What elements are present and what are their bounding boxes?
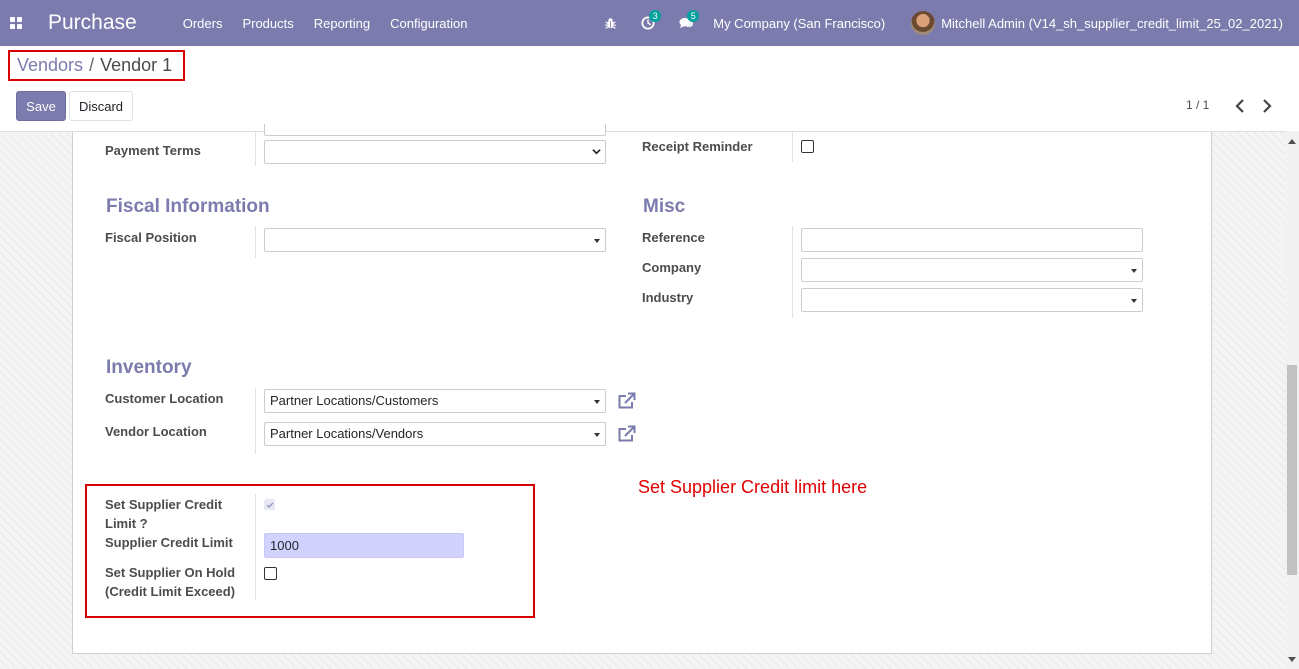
pager-previous-button[interactable] [1231, 96, 1249, 116]
messages-badge: 5 [687, 10, 700, 22]
messages-chat-icon[interactable]: 5 [675, 10, 700, 34]
set-credit-limit-label-line1: Set Supplier Credit [105, 497, 223, 512]
company-label: Company [642, 260, 702, 275]
top-navbar: Purchase Orders Products Reporting Confi… [0, 0, 1299, 46]
vendor-location-label: Vendor Location [105, 424, 207, 439]
industry-select[interactable] [801, 288, 1143, 312]
external-link-icon[interactable] [617, 392, 637, 410]
reference-label: Reference [642, 230, 705, 245]
label-divider [255, 132, 256, 166]
activity-clock-icon[interactable]: 3 [637, 10, 662, 34]
industry-label: Industry [642, 290, 694, 305]
scroll-up-arrow-icon[interactable] [1288, 139, 1296, 144]
supplier-on-hold-checkbox[interactable] [264, 567, 277, 580]
company-switcher[interactable]: My Company (San Francisco) [713, 16, 885, 31]
receipt-reminder-checkbox[interactable] [801, 140, 814, 153]
pager-value[interactable]: 1 / 1 [1186, 98, 1209, 112]
checkmark-icon [266, 502, 273, 508]
caret-down-icon [594, 239, 600, 243]
payment-terms-select[interactable] [264, 140, 606, 164]
supplier-credit-limit-label: Supplier Credit Limit [105, 535, 233, 550]
breadcrumb-separator: / [89, 55, 95, 75]
supplier-on-hold-label: Set Supplier On Hold (Credit Limit Excee… [105, 563, 235, 601]
reference-input[interactable] [801, 228, 1143, 252]
vendor-location-select[interactable]: Partner Locations/Vendors [264, 422, 606, 446]
chevron-left-icon [1235, 99, 1244, 113]
label-divider [255, 494, 256, 600]
set-credit-limit-label-line2: Limit ? [105, 516, 148, 531]
payment-terms-label: Payment Terms [105, 143, 201, 158]
caret-down-icon [1131, 269, 1137, 273]
caret-down-icon [594, 400, 600, 404]
activity-badge: 3 [649, 10, 662, 22]
breadcrumb-vendors-link[interactable]: Vendors [17, 55, 83, 76]
app-name[interactable]: Purchase [48, 11, 137, 35]
save-button[interactable]: Save [16, 91, 66, 121]
vertical-scrollbar[interactable] [1285, 131, 1299, 669]
discard-button[interactable]: Discard [69, 91, 133, 121]
scroll-down-arrow-icon[interactable] [1288, 657, 1296, 662]
set-credit-limit-checkbox[interactable] [264, 499, 275, 510]
fiscal-information-heading: Fiscal Information [106, 196, 270, 217]
menu-orders[interactable]: Orders [183, 16, 223, 31]
label-divider [255, 388, 256, 454]
breadcrumb-current: Vendor 1 [100, 55, 173, 75]
menu-products[interactable]: Products [242, 16, 293, 31]
menu-reporting[interactable]: Reporting [314, 16, 370, 31]
supplier-on-hold-label-line1: Set Supplier On Hold [105, 565, 236, 580]
debug-bug-icon[interactable] [599, 12, 621, 34]
pager-next-button[interactable] [1258, 96, 1276, 116]
fiscal-position-label: Fiscal Position [105, 230, 197, 245]
caret-down-icon [594, 433, 600, 437]
menu-configuration[interactable]: Configuration [390, 16, 467, 31]
customer-location-value: Partner Locations/Customers [270, 393, 439, 408]
chevron-down-icon [592, 149, 601, 155]
scroll-thumb[interactable] [1287, 365, 1297, 575]
set-credit-limit-label: Set Supplier Credit Limit ? [105, 495, 222, 533]
label-divider [255, 226, 256, 258]
user-menu[interactable]: Mitchell Admin (V14_sh_supplier_credit_l… [941, 16, 1283, 31]
customer-location-select[interactable]: Partner Locations/Customers [264, 389, 606, 413]
company-select[interactable] [801, 258, 1143, 282]
breadcrumb: Vendors / Vendor 1 [8, 50, 185, 81]
chevron-right-icon [1263, 99, 1272, 113]
label-divider [792, 226, 793, 318]
cut-off-field[interactable] [264, 124, 606, 136]
external-link-icon[interactable] [617, 425, 637, 443]
inventory-heading: Inventory [106, 357, 192, 378]
caret-down-icon [1131, 299, 1137, 303]
supplier-on-hold-label-line2: (Credit Limit Exceed) [105, 584, 236, 599]
supplier-credit-limit-input[interactable]: 1000 [264, 533, 464, 558]
apps-menu-icon[interactable] [0, 0, 32, 46]
annotation-text: Set Supplier Credit limit here [638, 477, 868, 497]
user-avatar[interactable] [911, 11, 936, 35]
misc-heading: Misc [643, 196, 686, 217]
customer-location-label: Customer Location [105, 391, 224, 406]
fiscal-position-select[interactable] [264, 228, 606, 252]
vendor-location-value: Partner Locations/Vendors [270, 426, 424, 441]
label-divider [792, 132, 793, 162]
receipt-reminder-label: Receipt Reminder [642, 139, 753, 154]
